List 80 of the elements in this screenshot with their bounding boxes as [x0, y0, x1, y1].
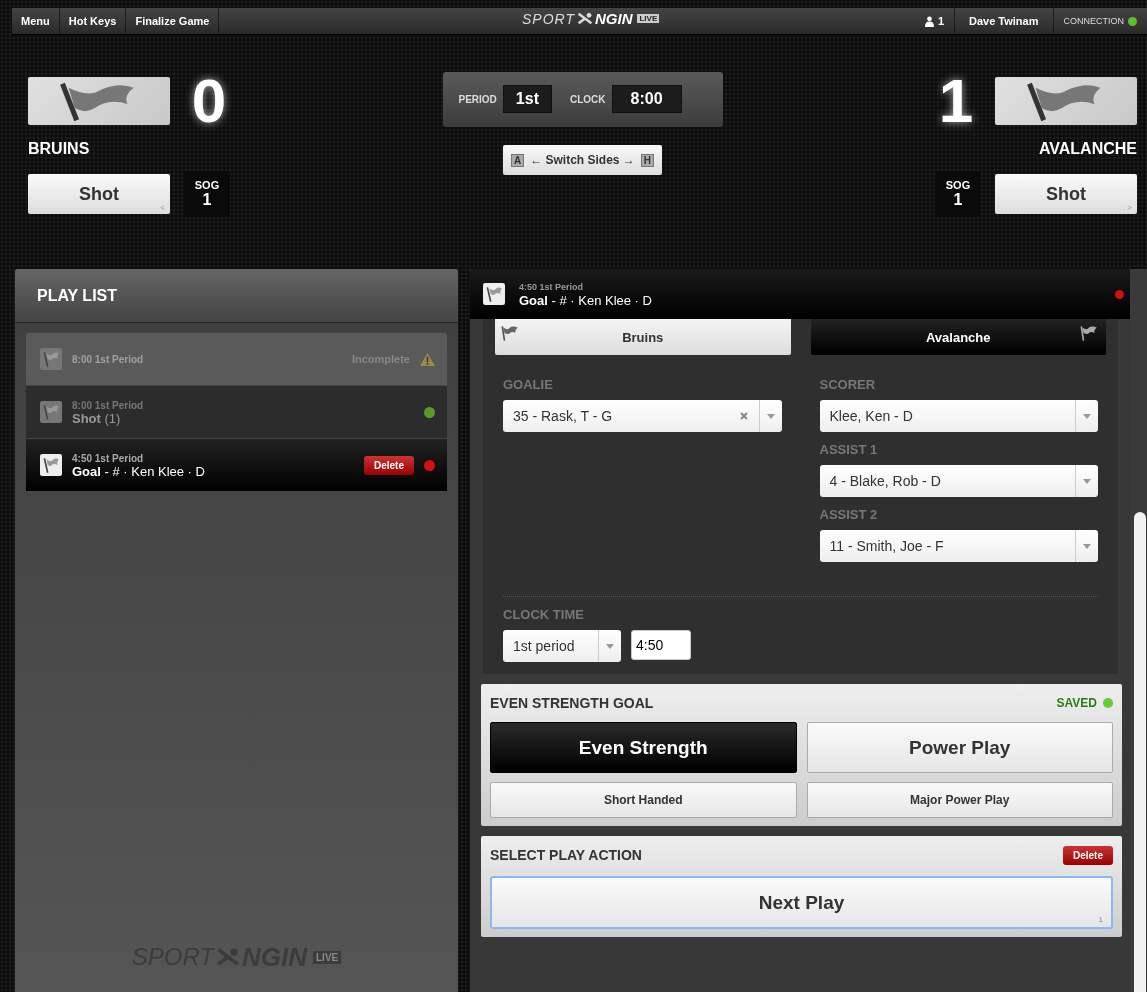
play-time: 4:50 1st Period — [519, 281, 585, 294]
user-icon — [924, 15, 934, 27]
flag-icon — [499, 324, 521, 342]
play-title: Shot (1) — [72, 412, 122, 425]
logo-icon — [577, 12, 593, 25]
flag-icon — [40, 454, 62, 476]
play-time: 8:00 1st Period — [72, 399, 145, 412]
time-input[interactable]: 4:50 — [631, 630, 691, 660]
section-title: EVEN STRENGTH GOAL — [490, 695, 655, 711]
team-name: BRUINS — [28, 140, 91, 158]
flag-icon — [40, 348, 62, 370]
goal-type-button[interactable]: Short Handed — [490, 782, 797, 818]
field-label: SCORER — [819, 377, 877, 392]
play-title: Goal - # · Ken Klee · D — [519, 294, 653, 307]
next-play-button[interactable]: Next Play 1 — [490, 876, 1113, 929]
select-field[interactable]: 11 - Smith, Joe - F — [819, 530, 1098, 562]
sog-value: 1 — [202, 191, 212, 209]
team-score: 1 — [937, 72, 975, 130]
play-time: 8:00 1st Period — [72, 352, 145, 366]
period-select[interactable]: 1st period — [503, 630, 621, 662]
field-label: ASSIST 2 — [819, 507, 879, 522]
select-field[interactable]: 4 - Blake, Rob - D — [819, 465, 1098, 497]
flag-icon — [483, 283, 505, 305]
scrollbar-thumb[interactable] — [1134, 512, 1146, 992]
team-tab[interactable]: Avalanche — [810, 319, 1106, 355]
period-label: PERIOD — [458, 93, 497, 105]
connection-label: CONNECTION — [1063, 16, 1124, 26]
play-list-item[interactable]: 4:50 1st Period Goal - # · Ken Klee · D Delete — [26, 438, 447, 491]
play-list-item[interactable]: 8:00 1st Period Shot (1) — [26, 385, 447, 438]
logo-icon — [216, 947, 240, 967]
live-badge: LIVE — [313, 950, 342, 964]
status-dot — [1103, 698, 1113, 708]
delete-button[interactable]: Delete — [364, 455, 414, 475]
clock-value: 8:00 — [611, 85, 682, 113]
caret-icon — [1083, 543, 1091, 549]
hotkey-label: > — [1127, 203, 1132, 212]
shot-button[interactable]: Shot > — [995, 174, 1137, 214]
field-label: ASSIST 1 — [819, 442, 879, 457]
sog-label: SOG — [194, 179, 220, 191]
user-count: 1 — [937, 15, 944, 27]
logo-text: NGIN — [595, 10, 633, 27]
switch-sides-label: ← Switch Sides → — [530, 153, 635, 167]
menu-button[interactable]: Menu — [12, 8, 60, 34]
live-badge: LIVE — [637, 14, 660, 23]
delete-button[interactable]: Delete — [1063, 845, 1113, 865]
select-field[interactable]: 35 - Rask, T - G — [503, 400, 782, 432]
caret-icon — [1083, 413, 1091, 419]
team-score: 0 — [190, 72, 228, 130]
goal-type-button[interactable]: Power Play — [806, 722, 1113, 773]
side-badge: A — [510, 153, 525, 167]
goal-type-button[interactable]: Even Strength — [490, 722, 797, 773]
switch-sides-button[interactable]: A ← Switch Sides → H — [502, 145, 663, 175]
logo-text: SPORT — [522, 10, 575, 27]
period-value: 1st — [502, 85, 552, 113]
saved-label: SAVED — [1056, 696, 1097, 710]
play-title: Goal - # · Ken Klee · D — [72, 465, 206, 478]
clock-label: CLOCK — [569, 93, 606, 105]
field-label: GOALIE — [503, 377, 554, 392]
menu-button[interactable]: Hot Keys — [59, 8, 127, 34]
caret-icon — [766, 413, 775, 419]
side-badge: H — [640, 153, 655, 167]
shot-button[interactable]: Shot < — [28, 174, 170, 214]
sog-value: 1 — [953, 191, 963, 209]
hotkey-label: < — [160, 203, 165, 212]
user-name[interactable]: Dave Twinam — [954, 8, 1054, 34]
flag-icon — [1078, 324, 1100, 342]
flag-icon — [40, 401, 62, 423]
goal-type-button[interactable]: Major Power Play — [806, 782, 1113, 818]
hotkey-label: 1 — [1098, 915, 1103, 924]
team-name: AVALANCHE — [1038, 140, 1137, 158]
section-title: SELECT PLAY ACTION — [490, 847, 643, 863]
caret-icon — [606, 643, 614, 649]
play-time: 4:50 1st Period — [72, 452, 145, 465]
field-label: CLOCK TIME — [503, 607, 585, 622]
team-tab[interactable]: Bruins — [495, 319, 791, 355]
panel-title: PLAY LIST — [37, 286, 118, 305]
menu-button[interactable]: Finalize Game — [126, 8, 220, 34]
sog-label: SOG — [945, 179, 971, 191]
caret-icon — [1083, 478, 1091, 484]
select-field[interactable]: Klee, Ken - D — [819, 400, 1098, 432]
